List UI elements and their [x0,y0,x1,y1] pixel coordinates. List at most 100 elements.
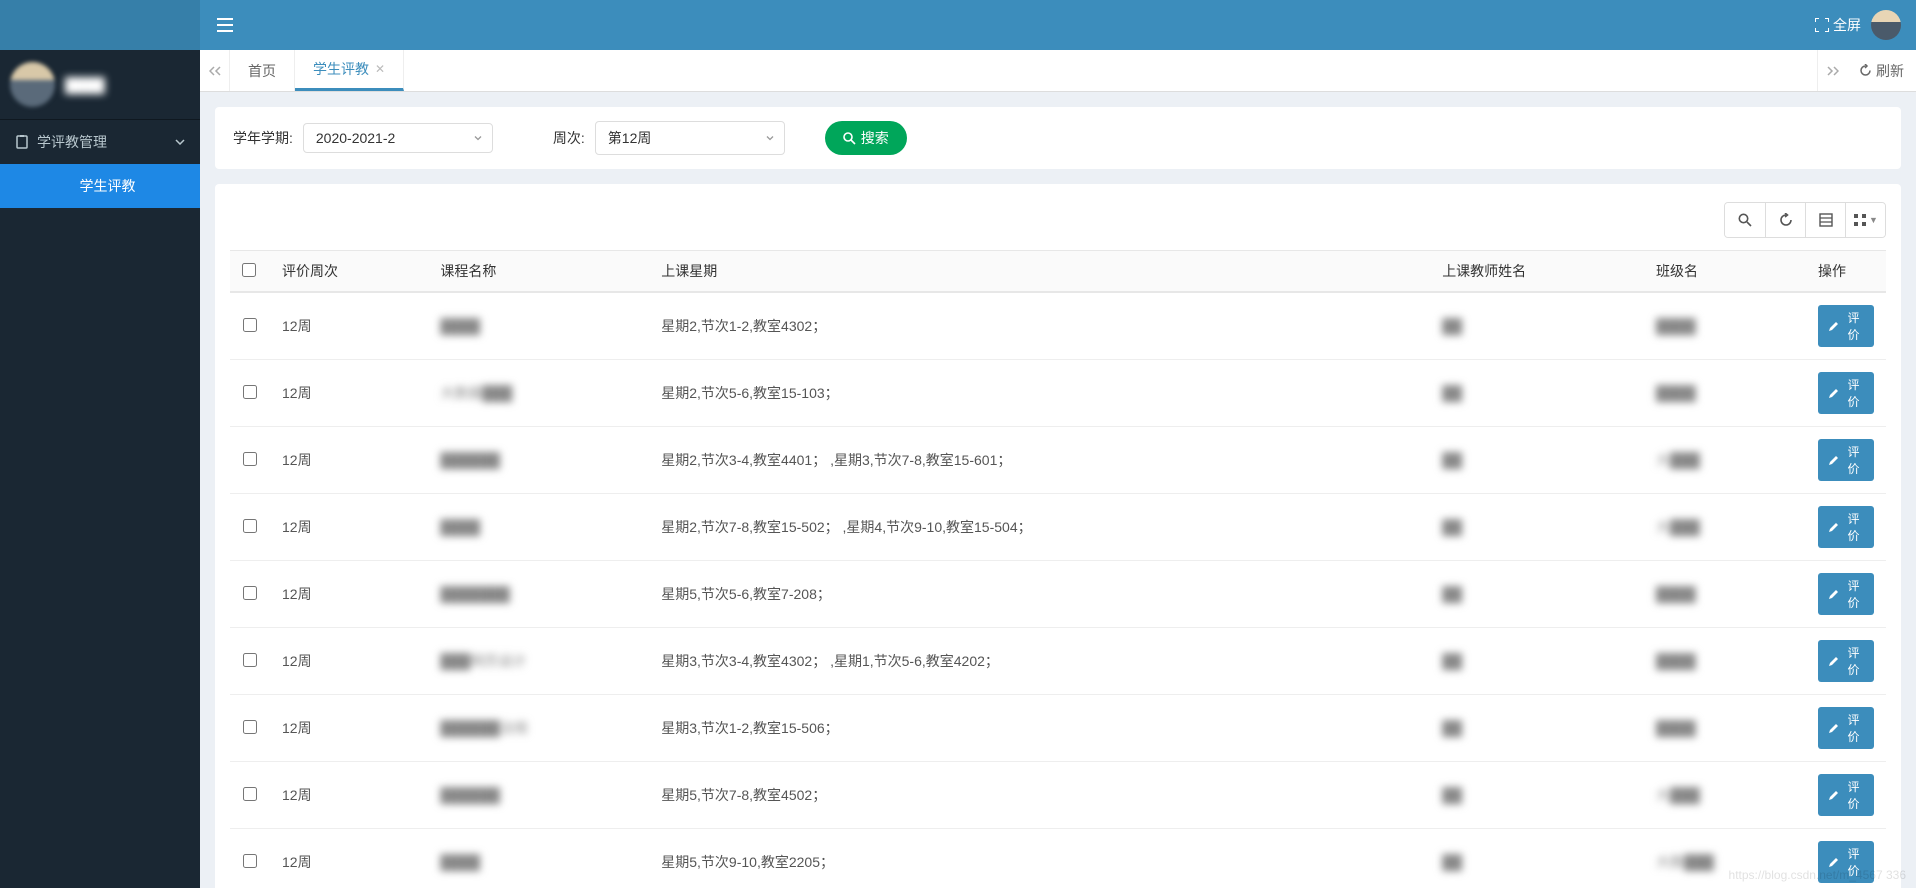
top-header-left [0,0,250,50]
user-avatar[interactable] [1871,10,1901,40]
evaluate-button[interactable]: 评价 [1818,774,1874,816]
header-week[interactable]: 评价周次 [270,251,428,293]
grid-icon [1853,213,1867,227]
search-icon [843,132,856,145]
tab-scroll-left-button[interactable] [200,50,230,91]
edit-icon [1828,321,1839,332]
evaluate-button[interactable]: 评价 [1818,707,1874,749]
cell-course: ███网页设计 [428,628,649,695]
week-label: 周次: [553,128,585,148]
edit-icon [1828,388,1839,399]
cell-action: 评价 [1806,360,1886,427]
row-checkbox-cell [230,829,270,888]
fullscreen-button[interactable]: 全屏 [1815,15,1861,35]
evaluate-button[interactable]: 评价 [1818,573,1874,615]
sidebar-menu-evaluation[interactable]: 学评教管理 [0,119,200,164]
watermark: https://blog.csdn.net/m_4567 336 [1729,868,1906,882]
week-select[interactable]: 第12周 [595,121,785,155]
toolbar-group: ▼ [1724,202,1886,238]
evaluate-label: 评价 [1843,309,1864,343]
row-checkbox-cell [230,292,270,360]
tab-home[interactable]: 首页 [230,50,295,91]
evaluate-button[interactable]: 评价 [1818,372,1874,414]
row-checkbox-cell [230,561,270,628]
tab-student-eval[interactable]: 学生评教 ✕ [295,50,404,91]
cell-teacher: ██ [1430,829,1644,888]
cell-class: ████ [1644,628,1806,695]
main-content: 首页 学生评教 ✕ 刷新 学年学期: 2020-2021 [200,50,1916,888]
cell-teacher: ██ [1430,695,1644,762]
header-teacher[interactable]: 上课教师姓名 [1430,251,1644,293]
cell-week: 12周 [270,494,428,561]
row-checkbox[interactable] [243,854,257,868]
toolbar-refresh-button[interactable] [1765,203,1805,237]
header-course[interactable]: 课程名称 [428,251,649,293]
row-checkbox-cell [230,427,270,494]
sidebar-submenu-student-eval[interactable]: 学生评教 [0,164,200,208]
sidebar-user-info: ████ [65,77,190,93]
row-checkbox[interactable] [243,787,257,801]
clipboard-icon [15,135,29,149]
cell-action: 评价 [1806,628,1886,695]
toolbar-columns-button[interactable] [1805,203,1845,237]
table-row: 12周 ██████ 星期5,节次7-8,教室4502； ██ 大███ 评价 [230,762,1886,829]
cell-week: 12周 [270,628,428,695]
cell-schedule: 星期2,节次7-8,教室15-502； ,星期4,节次9-10,教室15-504… [649,494,1430,561]
table-row: 12周 ██████法规 星期3,节次1-2,教室15-506； ██ ████… [230,695,1886,762]
search-button[interactable]: 搜索 [825,121,907,155]
header-class[interactable]: 班级名 [1644,251,1806,293]
row-checkbox[interactable] [243,385,257,399]
row-checkbox[interactable] [243,653,257,667]
row-checkbox[interactable] [243,519,257,533]
row-checkbox[interactable] [243,318,257,332]
table-row: 12周 大数据███ 星期2,节次5-6,教室15-103； ██ ████ 评… [230,360,1886,427]
cell-action: 评价 [1806,292,1886,360]
evaluate-button[interactable]: 评价 [1818,305,1874,347]
refresh-button[interactable]: 刷新 [1859,61,1904,81]
cell-class: 大███ [1644,427,1806,494]
evaluate-button[interactable]: 评价 [1818,439,1874,481]
header-schedule[interactable]: 上课星期 [649,251,1430,293]
term-label: 学年学期: [233,128,293,148]
sidebar-submenu-label: 学生评教 [80,178,136,194]
cell-week: 12周 [270,360,428,427]
cell-teacher: ██ [1430,762,1644,829]
evaluate-button[interactable]: 评价 [1818,640,1874,682]
select-all-checkbox[interactable] [242,263,256,277]
cell-schedule: 星期3,节次1-2,教室15-506； [649,695,1430,762]
edit-icon [1828,790,1839,801]
cell-action: 评价 [1806,762,1886,829]
fullscreen-icon [1815,18,1829,32]
search-icon [1738,213,1752,227]
cell-class: ████ [1644,695,1806,762]
term-select[interactable]: 2020-2021-2 [303,123,493,153]
edit-icon [1828,723,1839,734]
cell-course: ███████ [428,561,649,628]
close-icon[interactable]: ✕ [375,62,385,76]
row-checkbox[interactable] [243,452,257,466]
data-table: 评价周次 课程名称 上课星期 上课教师姓名 班级名 操作 12周 ████ 星期… [230,250,1886,888]
cell-class: 大███ [1644,762,1806,829]
sidebar-menu-label: 学评教管理 [37,132,107,152]
cell-action: 评价 [1806,695,1886,762]
tab-home-label: 首页 [248,61,276,81]
cell-teacher: ██ [1430,561,1644,628]
row-checkbox-cell [230,695,270,762]
table-row: 12周 ███网页设计 星期3,节次3-4,教室4302； ,星期1,节次5-6… [230,628,1886,695]
row-checkbox[interactable] [243,586,257,600]
refresh-label: 刷新 [1876,61,1904,81]
row-checkbox-cell [230,494,270,561]
evaluate-label: 评价 [1843,443,1864,477]
cell-week: 12周 [270,427,428,494]
cell-week: 12周 [270,762,428,829]
evaluate-button[interactable]: 评价 [1818,506,1874,548]
caret-down-icon: ▼ [1869,215,1878,225]
row-checkbox[interactable] [243,720,257,734]
menu-toggle-button[interactable] [200,0,250,50]
toolbar-view-button[interactable]: ▼ [1845,203,1885,237]
columns-icon [1819,213,1833,227]
evaluate-label: 评价 [1843,510,1864,544]
tab-scroll-right-button[interactable] [1817,50,1847,91]
cell-course: ██████ [428,427,649,494]
toolbar-search-button[interactable] [1725,203,1765,237]
